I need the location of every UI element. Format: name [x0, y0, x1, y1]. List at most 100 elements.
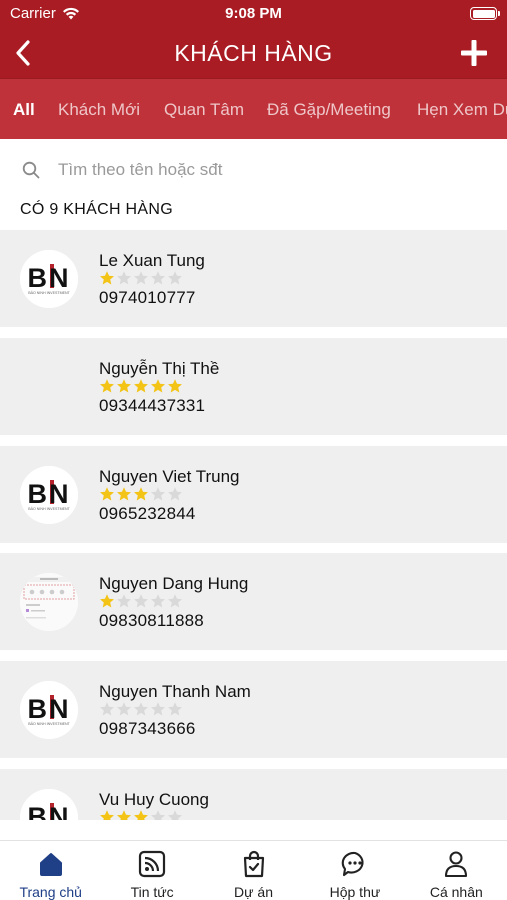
- star-empty-icon: [134, 702, 148, 716]
- star-empty-icon: [151, 271, 165, 285]
- star-empty-icon: [168, 810, 182, 820]
- nav-label: Cá nhân: [429, 884, 483, 900]
- star-empty-icon: [117, 271, 131, 285]
- customer-phone: 0987343666: [99, 719, 196, 738]
- customer-card[interactable]: Nguyễn Thị Thề 09344437331: [0, 338, 507, 435]
- star-empty-icon: [134, 271, 148, 285]
- nav-label: Tin tức: [130, 884, 174, 900]
- company-logo-icon: BNBẢO NINH INVESTMENT: [20, 681, 78, 739]
- star-empty-icon: [151, 702, 165, 716]
- star-empty-icon: [151, 594, 165, 608]
- star-filled-icon: [100, 271, 114, 285]
- customer-phone: 0974010777: [99, 288, 196, 307]
- customer-list: BN BẢO NINH INVESTMENT Le Xuan Tung 09740…: [0, 230, 507, 820]
- search-icon: [22, 161, 40, 179]
- avatar: [20, 358, 78, 416]
- star-rating: [99, 486, 183, 502]
- customer-phone: 0965232844: [99, 504, 196, 523]
- star-rating: [99, 378, 183, 394]
- star-filled-icon: [100, 594, 114, 608]
- nav-du-an[interactable]: Dự án: [203, 841, 304, 900]
- star-rating: [99, 809, 183, 820]
- bottom-tab-bar: Trang chủ Tin tức Dự án Hộp thư Cá nhân: [0, 840, 507, 900]
- page-title: KHÁCH HÀNG: [174, 40, 333, 66]
- tab-quan-tam[interactable]: Quan Tâm: [164, 100, 244, 120]
- customer-count: CÓ 9 KHÁCH HÀNG: [20, 201, 173, 218]
- avatar: BNBẢO NINH INVESTMENT: [20, 789, 78, 820]
- nav-label: Trang chủ: [19, 884, 82, 900]
- company-logo-icon: BNBẢO NINH INVESTMENT: [20, 466, 78, 524]
- customer-name: Le Xuan Tung: [99, 251, 205, 270]
- filter-tabs: All Khách Mới Quan Tâm Đã Gặp/Meeting Hẹ…: [0, 78, 507, 139]
- shopping-bag-icon: [243, 850, 264, 878]
- star-empty-icon: [117, 702, 131, 716]
- nav-tin-tuc[interactable]: Tin tức: [101, 841, 202, 900]
- star-empty-icon: [117, 594, 131, 608]
- star-empty-icon: [168, 487, 182, 501]
- star-filled-icon: [151, 379, 165, 393]
- company-logo-icon: BNBẢO NINH INVESTMENT: [20, 789, 78, 820]
- customer-name: Nguyễn Thị Thề: [99, 359, 220, 378]
- user-icon: [445, 851, 468, 878]
- add-customer-button[interactable]: [459, 38, 489, 68]
- svg-text:BN: BN: [28, 479, 71, 509]
- avatar: BNBẢO NINH INVESTMENT: [20, 466, 78, 524]
- plus-icon: [461, 40, 487, 66]
- customer-card[interactable]: BN BẢO NINH INVESTMENT Nguyen Viet Trung …: [0, 446, 507, 543]
- star-filled-icon: [134, 487, 148, 501]
- search-input[interactable]: [58, 157, 478, 183]
- status-bar: Carrier 9:08 PM: [0, 0, 507, 28]
- nav-hop-thu[interactable]: Hộp thư: [304, 841, 405, 900]
- news-icon: [139, 850, 166, 878]
- nav-ca-nhan[interactable]: Cá nhân: [406, 841, 507, 900]
- customer-phone: 09830811888: [99, 611, 204, 630]
- home-icon: [39, 853, 62, 876]
- star-filled-icon: [100, 487, 114, 501]
- nav-trang-chu[interactable]: Trang chủ: [0, 841, 101, 900]
- customer-card[interactable]: Nguyen Dang Hung 09830811888: [0, 553, 507, 650]
- svg-text:BN: BN: [28, 802, 71, 820]
- tab-hen-xem-du[interactable]: Hẹn Xem Dự: [417, 100, 507, 120]
- customer-name: Nguyen Thanh Nam: [99, 682, 251, 701]
- star-rating: [99, 593, 183, 609]
- customer-name: Nguyen Dang Hung: [99, 574, 249, 593]
- customer-card[interactable]: BN BẢO NINH INVESTMENT Nguyen Thanh Nam 0…: [0, 661, 507, 758]
- star-empty-icon: [151, 810, 165, 820]
- customer-card[interactable]: BN BẢO NINH INVESTMENT Le Xuan Tung 09740…: [0, 230, 507, 327]
- star-filled-icon: [100, 379, 114, 393]
- star-empty-icon: [151, 487, 165, 501]
- star-rating: [99, 270, 183, 286]
- svg-text:BẢO NINH INVESTMENT: BẢO NINH INVESTMENT: [28, 721, 70, 726]
- battery-icon: [470, 7, 500, 20]
- customer-phone: 09344437331: [99, 396, 206, 415]
- avatar: BNBẢO NINH INVESTMENT: [20, 250, 78, 308]
- star-filled-icon: [117, 810, 131, 820]
- customer-name: Vu Huy Cuong: [99, 790, 209, 809]
- svg-text:BẢO NINH INVESTMENT: BẢO NINH INVESTMENT: [28, 506, 70, 511]
- avatar: [20, 573, 78, 631]
- star-filled-icon: [100, 810, 114, 820]
- customer-card[interactable]: BNBẢO NINH INVESTMENT Vu Huy Cuong: [0, 769, 507, 820]
- svg-text:BN: BN: [28, 263, 71, 293]
- star-filled-icon: [134, 810, 148, 820]
- star-empty-icon: [100, 702, 114, 716]
- tab-all[interactable]: All: [13, 100, 35, 120]
- tab-khach-moi[interactable]: Khách Mới: [58, 100, 140, 120]
- star-filled-icon: [117, 487, 131, 501]
- company-logo-icon: BNBẢO NINH INVESTMENT: [20, 250, 78, 308]
- star-filled-icon: [117, 379, 131, 393]
- star-empty-icon: [168, 271, 182, 285]
- star-empty-icon: [168, 702, 182, 716]
- chat-icon: [341, 851, 364, 877]
- nav-label: Dự án: [234, 884, 273, 900]
- customer-name: Nguyen Viet Trung: [99, 467, 240, 486]
- tab-da-gap-meeting[interactable]: Đã Gặp/Meeting: [267, 100, 391, 120]
- nav-label: Hộp thư: [329, 884, 381, 900]
- star-empty-icon: [168, 594, 182, 608]
- avatar: BNBẢO NINH INVESTMENT: [20, 681, 78, 739]
- screenshot-thumbnail: [20, 573, 78, 631]
- header-bar: KHÁCH HÀNG: [0, 28, 507, 78]
- star-rating: [99, 701, 183, 717]
- search-bar: [0, 139, 507, 201]
- star-filled-icon: [134, 379, 148, 393]
